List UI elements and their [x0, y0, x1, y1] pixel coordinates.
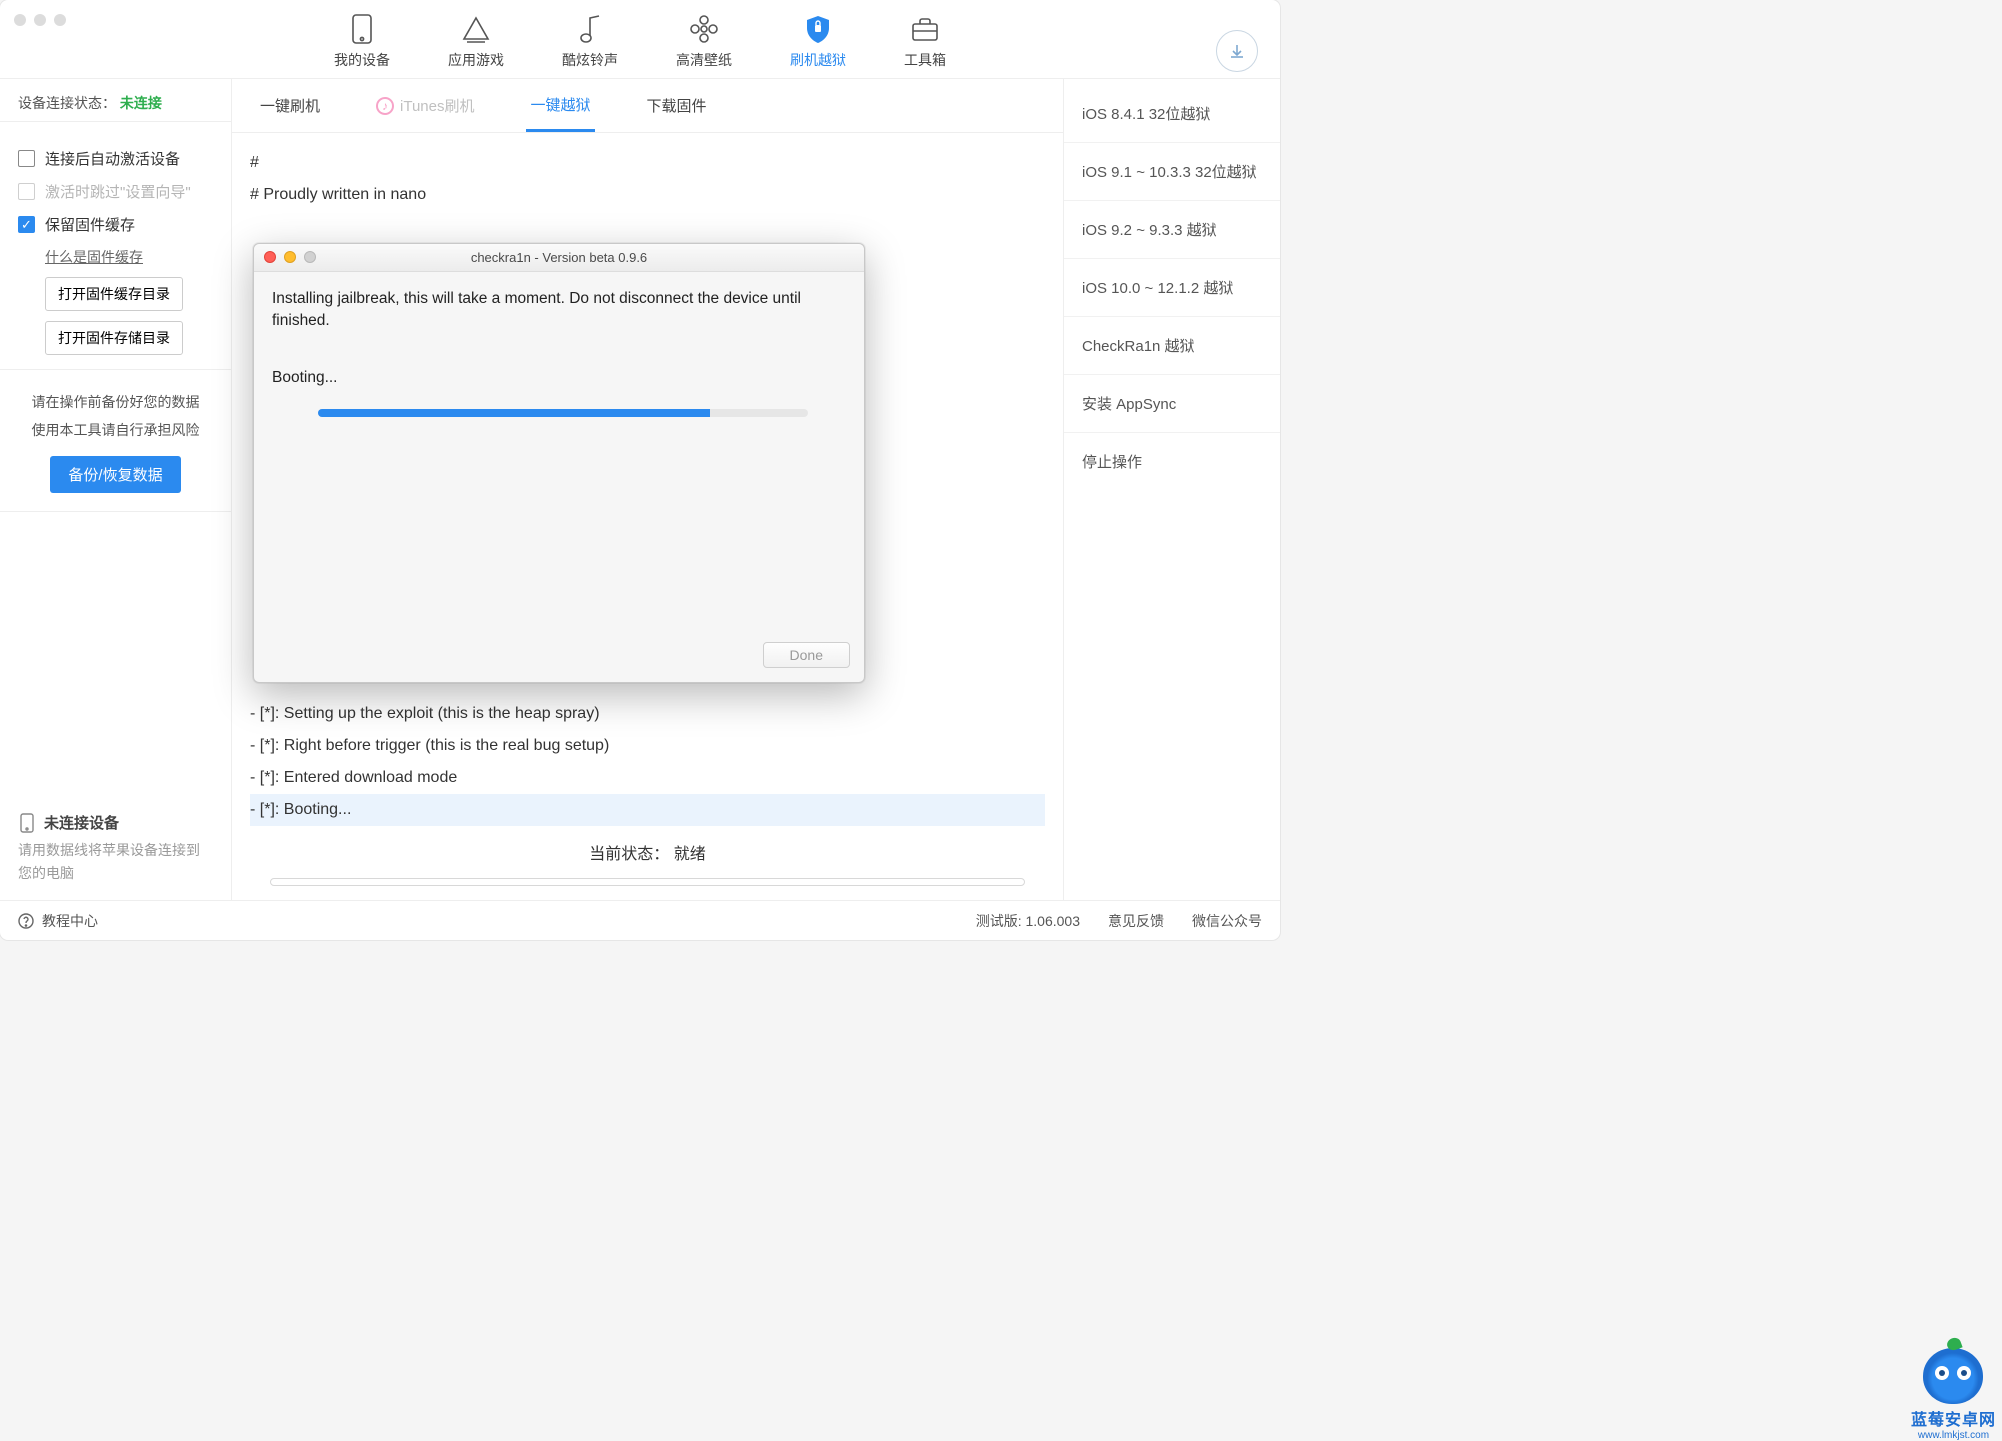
help-center-link[interactable]: 教程中心: [18, 911, 98, 931]
modal-traffic-lights: [264, 251, 316, 263]
footer-bar: 教程中心 测试版: 1.06.003 意见反馈 微信公众号: [0, 900, 1280, 940]
sub-tabs: 一键刷机 ♪ iTunes刷机 一键越狱 下载固件: [232, 79, 1063, 133]
nav-label: 刷机越狱: [790, 50, 846, 70]
modal-zoom-dot: [304, 251, 316, 263]
jb-option[interactable]: iOS 9.2 ~ 9.3.3 越狱: [1064, 200, 1280, 258]
right-column: iOS 8.4.1 32位越狱 iOS 9.1 ~ 10.3.3 32位越狱 i…: [1064, 79, 1280, 900]
checkbox-checked-icon: ✓: [18, 216, 35, 233]
nav-label: 高清壁纸: [676, 50, 732, 70]
opt-label: 激活时跳过"设置向导": [45, 181, 191, 202]
status-text: 当前状态： 就绪: [589, 840, 705, 864]
feedback-link[interactable]: 意见反馈: [1108, 911, 1164, 931]
checkbox-icon: [18, 150, 35, 167]
log-line: #: [250, 147, 1045, 179]
opt-label: 保留固件缓存: [45, 214, 135, 235]
jb-option[interactable]: iOS 8.4.1 32位越狱: [1064, 85, 1280, 142]
notice-line: 使用本工具请自行承担风险: [18, 416, 213, 444]
sidebar-options: 连接后自动激活设备 激活时跳过"设置向导" ✓ 保留固件缓存 什么是固件缓存 打…: [0, 122, 231, 370]
watermark-cn: 蓝莓安卓网: [1911, 1406, 1996, 1430]
nav-apps[interactable]: 应用游戏: [448, 14, 504, 70]
downloads-button[interactable]: [1216, 30, 1258, 72]
main-progress-bar: [270, 878, 1025, 886]
modal-titlebar: checkra1n - Version beta 0.9.6: [254, 244, 864, 272]
nav-label: 应用游戏: [448, 50, 504, 70]
modal-close-dot[interactable]: [264, 251, 276, 263]
conn-status-label: 设备连接状态：: [18, 95, 116, 111]
status-bar: 当前状态： 就绪: [232, 826, 1063, 900]
log-line: - [*]: Entered download mode: [250, 762, 1045, 794]
jb-option[interactable]: CheckRa1n 越狱: [1064, 316, 1280, 374]
log-line: - [*]: Right before trigger (this is the…: [250, 730, 1045, 762]
nav-flash-jailbreak[interactable]: 刷机越狱: [790, 14, 846, 70]
version-text: 测试版: 1.06.003: [976, 911, 1080, 931]
done-button: Done: [763, 642, 850, 668]
log-line: - [*]: Setting up the exploit (this is t…: [250, 698, 1045, 730]
sidebar-notice: 请在操作前备份好您的数据 使用本工具请自行承担风险 备份/恢复数据: [0, 370, 231, 512]
device-icon: [347, 14, 377, 44]
conn-status-value: 未连接: [120, 95, 162, 111]
itunes-icon: ♪: [376, 97, 394, 115]
no-device-title: 未连接设备: [18, 812, 213, 833]
modal-body: Installing jailbreak, this will take a m…: [254, 272, 864, 433]
modal-progress-fill: [318, 409, 710, 417]
apps-icon: [461, 14, 491, 44]
tab-jailbreak[interactable]: 一键越狱: [526, 80, 594, 132]
what-is-cache-link[interactable]: 什么是固件缓存: [45, 247, 213, 267]
modal-status: Booting...: [272, 369, 846, 387]
toolbox-icon: [910, 14, 940, 44]
tab-download-firmware[interactable]: 下载固件: [643, 81, 711, 130]
tab-flash[interactable]: 一键刷机: [256, 81, 324, 130]
sidebar-footer: 未连接设备 请用数据线将苹果设备连接到您的电脑: [0, 796, 231, 900]
modal-message: Installing jailbreak, this will take a m…: [272, 288, 846, 331]
nav-label: 工具箱: [904, 50, 946, 70]
nav-my-device[interactable]: 我的设备: [334, 14, 390, 70]
blueberry-mascot-icon: [1923, 1348, 1983, 1404]
opt-skip-setup: 激活时跳过"设置向导": [18, 181, 213, 202]
help-icon: [18, 913, 34, 929]
modal-minimize-dot[interactable]: [284, 251, 296, 263]
log-line: # Proudly written in nano: [250, 179, 1045, 211]
nav-ringtones[interactable]: 酷炫铃声: [562, 14, 618, 70]
top-nav: 我的设备 应用游戏 酷炫铃声 高清壁纸 刷机越狱: [0, 0, 1280, 79]
nav-label: 我的设备: [334, 50, 390, 70]
open-cache-dir-button[interactable]: 打开固件缓存目录: [45, 277, 183, 311]
shield-icon: [803, 14, 833, 44]
app-window: 我的设备 应用游戏 酷炫铃声 高清壁纸 刷机越狱: [0, 0, 1280, 940]
jb-option[interactable]: iOS 10.0 ~ 12.1.2 越狱: [1064, 258, 1280, 316]
watermark-url: www.lmkjst.com: [1918, 1430, 1989, 1441]
opt-auto-activate[interactable]: 连接后自动激活设备: [18, 148, 213, 169]
notice-line: 请在操作前备份好您的数据: [18, 388, 213, 416]
stop-operation[interactable]: 停止操作: [1064, 432, 1280, 490]
tab-itunes-flash[interactable]: ♪ iTunes刷机: [372, 81, 478, 130]
opt-keep-cache[interactable]: ✓ 保留固件缓存: [18, 214, 213, 235]
nav-label: 酷炫铃声: [562, 50, 618, 70]
jb-option[interactable]: iOS 9.1 ~ 10.3.3 32位越狱: [1064, 142, 1280, 200]
nav-wallpapers[interactable]: 高清壁纸: [676, 14, 732, 70]
log-line: - [*]: Booting...: [250, 794, 1045, 826]
phone-icon: [18, 813, 36, 833]
open-store-dir-button[interactable]: 打开固件存储目录: [45, 321, 183, 355]
nav-toolbox[interactable]: 工具箱: [904, 14, 946, 70]
watermark-logo: 蓝莓安卓网 www.lmkjst.com: [1911, 1348, 1996, 1441]
no-device-hint: 请用数据线将苹果设备连接到您的电脑: [18, 839, 213, 884]
jb-option[interactable]: 安装 AppSync: [1064, 374, 1280, 432]
connection-status: 设备连接状态： 未连接: [0, 79, 231, 122]
opt-label: 连接后自动激活设备: [45, 148, 180, 169]
sidebar: 设备连接状态： 未连接 连接后自动激活设备 激活时跳过"设置向导" ✓ 保留固件…: [0, 79, 232, 900]
checkra1n-modal: checkra1n - Version beta 0.9.6 Installin…: [253, 243, 865, 683]
wechat-link[interactable]: 微信公众号: [1192, 911, 1262, 931]
music-note-icon: [575, 14, 605, 44]
modal-title-text: checkra1n - Version beta 0.9.6: [471, 250, 647, 265]
flower-icon: [689, 14, 719, 44]
checkbox-icon: [18, 183, 35, 200]
backup-restore-button[interactable]: 备份/恢复数据: [50, 456, 180, 493]
modal-progress-bar: [318, 409, 808, 417]
